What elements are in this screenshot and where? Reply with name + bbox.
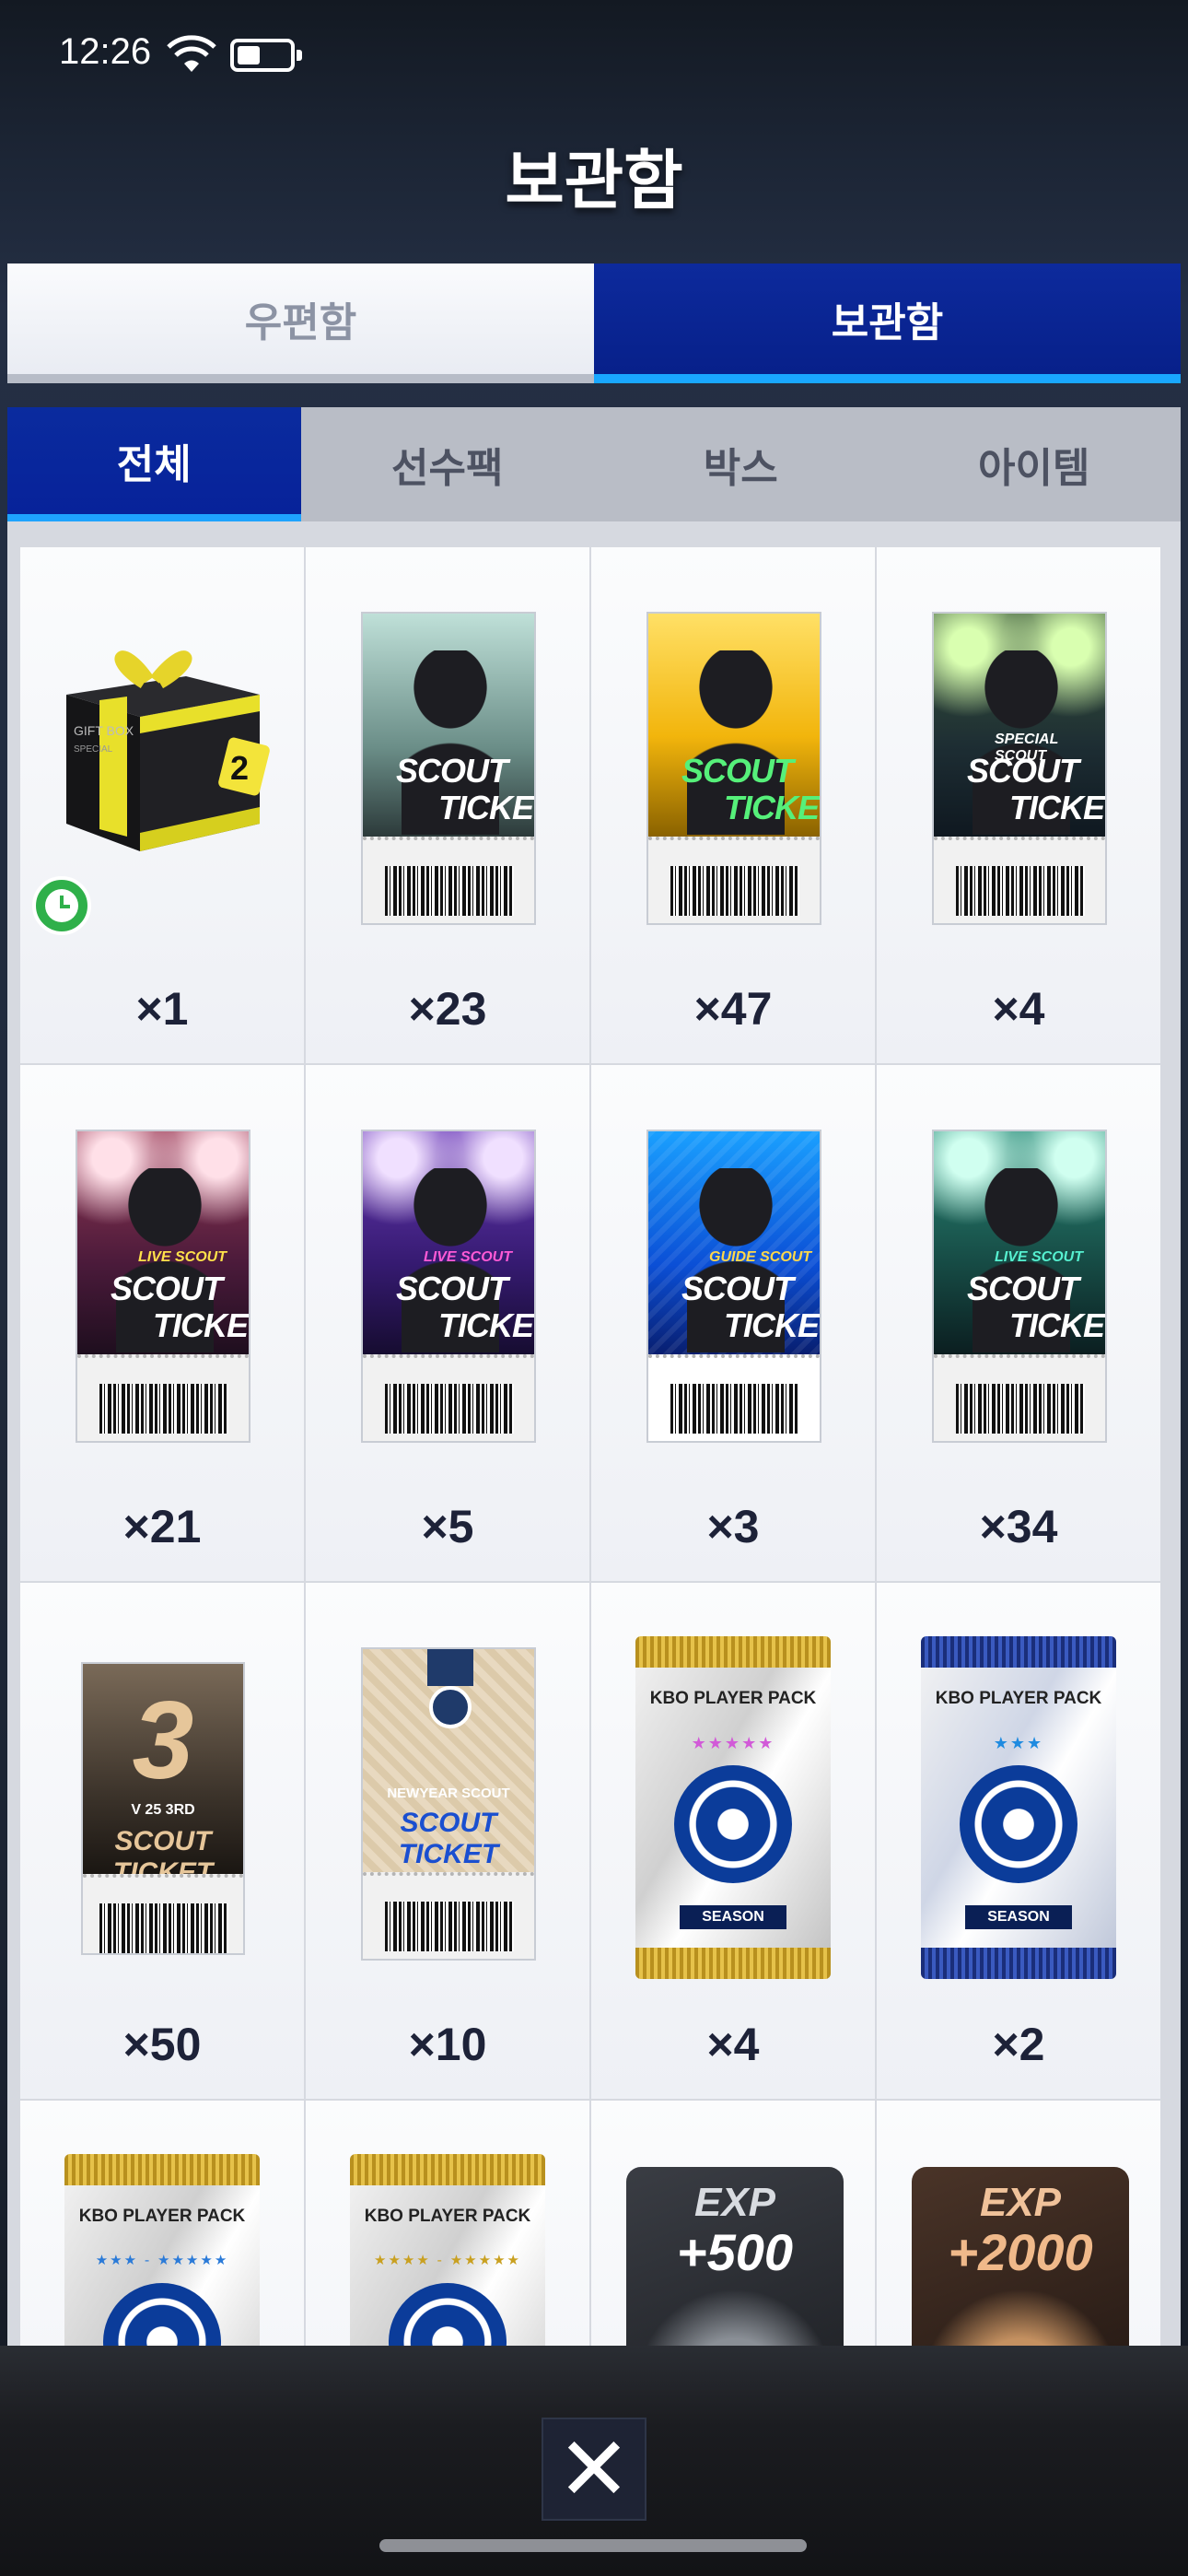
item-count: ×23 (408, 983, 487, 1035)
player-pack-icon: KBO PLAYER PACK ★★★ - ★★★★★ (64, 2154, 260, 2346)
scout-ticket-icon: SPECIAL SCOUT SCOUT TICKET (932, 612, 1107, 925)
exp-value: +2000 (948, 2223, 1093, 2281)
ticket-big-number: 3 (132, 1679, 194, 1802)
pack-season-label: SEASON (965, 1905, 1072, 1929)
tab-items[interactable]: 아이템 (888, 407, 1182, 521)
item-count: ×3 (706, 1501, 760, 1552)
tab-boxes[interactable]: 박스 (594, 407, 888, 521)
status-time: 12:26 (59, 31, 152, 72)
inventory-item-gift-box[interactable]: 2 GIFT BOX SPECIAL ×1 (20, 547, 304, 1063)
pack-title: KBO PLAYER PACK (935, 1689, 1102, 1708)
exp-value: +500 (676, 2223, 794, 2281)
scout-ticket-icon: SCOUT TICKET (646, 612, 821, 925)
inventory-panel: 2 GIFT BOX SPECIAL ×1 SCOUT TICKET × (7, 521, 1181, 2346)
scout-ticket-icon: 3 V 25 3RD SCOUT TICKET (81, 1662, 245, 1955)
inventory-item-kbo-player-pack[interactable]: KBO PLAYER PACK ★★★ - ★★★★★ (20, 2101, 304, 2346)
status-bar: 12:26 (0, 0, 1188, 111)
tab-storage[interactable]: 보관함 (594, 263, 1181, 383)
inventory-item-guide-scout-ticket[interactable]: GUIDE SCOUT SCOUT TICKET ×3 (591, 1065, 875, 1581)
scout-ticket-icon: NEWYEAR SCOUT SCOUT TICKET (361, 1647, 536, 1961)
item-count: ×21 (122, 1501, 202, 1552)
item-count: ×4 (706, 2019, 760, 2070)
scout-ticket-icon: SCOUT TICKET (361, 612, 536, 925)
exp-label: EXP (693, 2180, 776, 2225)
scout-ticket-icon: GUIDE SCOUT SCOUT TICKET (646, 1130, 821, 1443)
gift-box-sublabel: SPECIAL (74, 744, 113, 755)
category-tabs: 전체 선수팩 박스 아이템 (7, 407, 1181, 521)
inventory-item-scout-ticket[interactable]: SCOUT TICKET ×23 (306, 547, 589, 1063)
player-pack-icon: KBO PLAYER PACK ★★★ SEASON (921, 1636, 1116, 1979)
ticket-sublabel: V 25 3RD (131, 1802, 195, 1818)
inventory-item-scout-ticket-3rd[interactable]: 3 V 25 3RD SCOUT TICKET ×50 (20, 1583, 304, 2099)
inventory-item-exp[interactable]: EXP +2000 (877, 2101, 1160, 2346)
pack-emblem-icon (674, 1765, 792, 1883)
tab-player-packs[interactable]: 선수팩 (301, 407, 595, 521)
exp-card-icon: EXP +2000 (912, 2167, 1129, 2346)
pack-season-label: SEASON (680, 1905, 786, 1929)
inventory-item-scout-ticket[interactable]: SCOUT TICKET ×47 (591, 547, 875, 1063)
inventory-item-kbo-player-pack[interactable]: KBO PLAYER PACK ★★★★ - ★★★★★ (306, 2101, 589, 2346)
item-count: ×47 (693, 983, 773, 1035)
pack-title: KBO PLAYER PACK (78, 2207, 246, 2226)
wifi-icon (167, 35, 216, 72)
inventory-item-special-scout-ticket[interactable]: SPECIAL SCOUT SCOUT TICKET ×4 (877, 547, 1160, 1063)
scout-ticket-icon: LIVE SCOUT SCOUT TICKET (76, 1130, 250, 1443)
timer-icon (32, 876, 91, 935)
pack-stars: ★★★ (993, 1734, 1044, 1753)
battery-icon (230, 39, 302, 72)
item-count: ×34 (979, 1501, 1058, 1552)
pack-emblem-icon (389, 2283, 507, 2346)
player-pack-icon: KBO PLAYER PACK ★★★★ - ★★★★★ (350, 2154, 545, 2346)
item-count: ×1 (135, 983, 189, 1035)
inventory-item-live-scout-ticket[interactable]: LIVE SCOUT SCOUT TICKET ×34 (877, 1065, 1160, 1581)
inventory-item-exp[interactable]: EXP +500 (591, 2101, 875, 2346)
inventory-item-live-scout-ticket[interactable]: LIVE SCOUT SCOUT TICKET ×21 (20, 1065, 304, 1581)
ticket-sublabel: NEWYEAR SCOUT (387, 1786, 510, 1801)
pack-stars: ★★★★★ (691, 1734, 775, 1753)
home-indicator[interactable] (379, 2539, 807, 2552)
pack-title: KBO PLAYER PACK (649, 1689, 817, 1708)
inventory-grid: 2 GIFT BOX SPECIAL ×1 SCOUT TICKET × (20, 547, 1162, 2346)
ticket-label: SCOUT TICKET (398, 1808, 499, 1869)
inventory-item-kbo-player-pack[interactable]: KBO PLAYER PACK ★★★★★ SEASON ×4 (591, 1583, 875, 2099)
page-title: 보관함 (505, 143, 683, 218)
top-tabs: 우편함 보관함 (7, 263, 1181, 383)
inventory-item-newyear-scout-ticket[interactable]: NEWYEAR SCOUT SCOUT TICKET ×10 (306, 1583, 589, 2099)
pack-emblem-icon (960, 1765, 1077, 1883)
item-count: ×4 (992, 983, 1045, 1035)
pack-stars: ★★★★ - ★★★★★ (374, 2252, 521, 2268)
exp-card-icon: EXP +500 (626, 2167, 844, 2346)
item-count: ×5 (421, 1501, 474, 1552)
item-count: ×10 (408, 2019, 487, 2070)
gift-box-badge: 2 (230, 749, 249, 787)
inventory-item-live-scout-ticket[interactable]: LIVE SCOUT SCOUT TICKET ×5 (306, 1065, 589, 1581)
inventory-item-kbo-player-pack[interactable]: KBO PLAYER PACK ★★★ SEASON ×2 (877, 1583, 1160, 2099)
gift-box-icon: 2 GIFT BOX SPECIAL (66, 650, 270, 851)
player-pack-icon: KBO PLAYER PACK ★★★★★ SEASON (635, 1636, 831, 1979)
tab-mailbox[interactable]: 우편함 (7, 263, 594, 383)
scout-ticket-icon: LIVE SCOUT SCOUT TICKET (361, 1130, 536, 1443)
close-button[interactable]: ✕ (542, 2418, 646, 2521)
tab-all[interactable]: 전체 (7, 407, 301, 521)
pack-emblem-icon (103, 2283, 221, 2346)
pack-title: KBO PLAYER PACK (364, 2207, 531, 2226)
gift-box-label: GIFT BOX (74, 723, 134, 738)
pack-stars: ★★★ - ★★★★★ (95, 2252, 229, 2268)
scout-ticket-icon: LIVE SCOUT SCOUT TICKET (932, 1130, 1107, 1443)
item-count: ×2 (992, 2019, 1045, 2070)
item-count: ×50 (122, 2019, 202, 2070)
exp-label: EXP (979, 2180, 1062, 2225)
